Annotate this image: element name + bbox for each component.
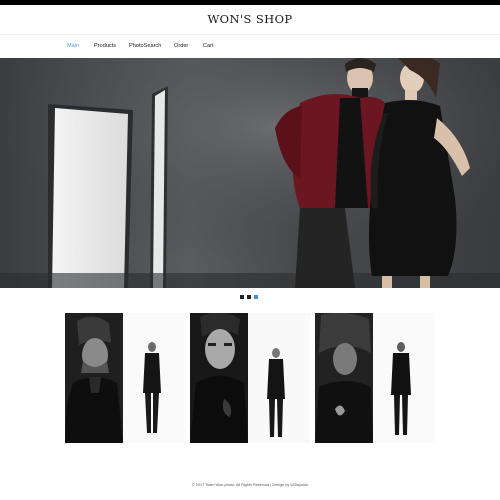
product-card[interactable]: [190, 313, 310, 443]
nav-item-cart[interactable]: Cart: [203, 43, 214, 49]
carousel-dot[interactable]: [247, 295, 251, 299]
nav-item-main[interactable]: Main: [67, 43, 79, 49]
nav-item-photosearch[interactable]: PhotoSearch: [129, 43, 161, 49]
top-strip: [0, 0, 500, 5]
product-card[interactable]: [315, 313, 435, 443]
site-title[interactable]: WON'S SHOP: [0, 12, 500, 26]
carousel-dot-active[interactable]: [254, 295, 258, 299]
carousel-dot[interactable]: [240, 295, 244, 299]
main-nav: Main Products PhotoSearch Order Cart: [0, 43, 500, 53]
product-image: [190, 313, 310, 443]
hero-banner-image[interactable]: [0, 58, 500, 288]
product-image: [315, 313, 435, 443]
product-image: [65, 313, 185, 443]
nav-item-products[interactable]: Products: [94, 43, 116, 49]
header-divider: [0, 34, 500, 35]
product-card[interactable]: [65, 313, 185, 443]
nav-item-order[interactable]: Order: [174, 43, 188, 49]
hero-fashion-photo: [0, 58, 500, 288]
footer-copyright: © 2017 Team Won-photo. All Rights Reserv…: [191, 483, 309, 487]
